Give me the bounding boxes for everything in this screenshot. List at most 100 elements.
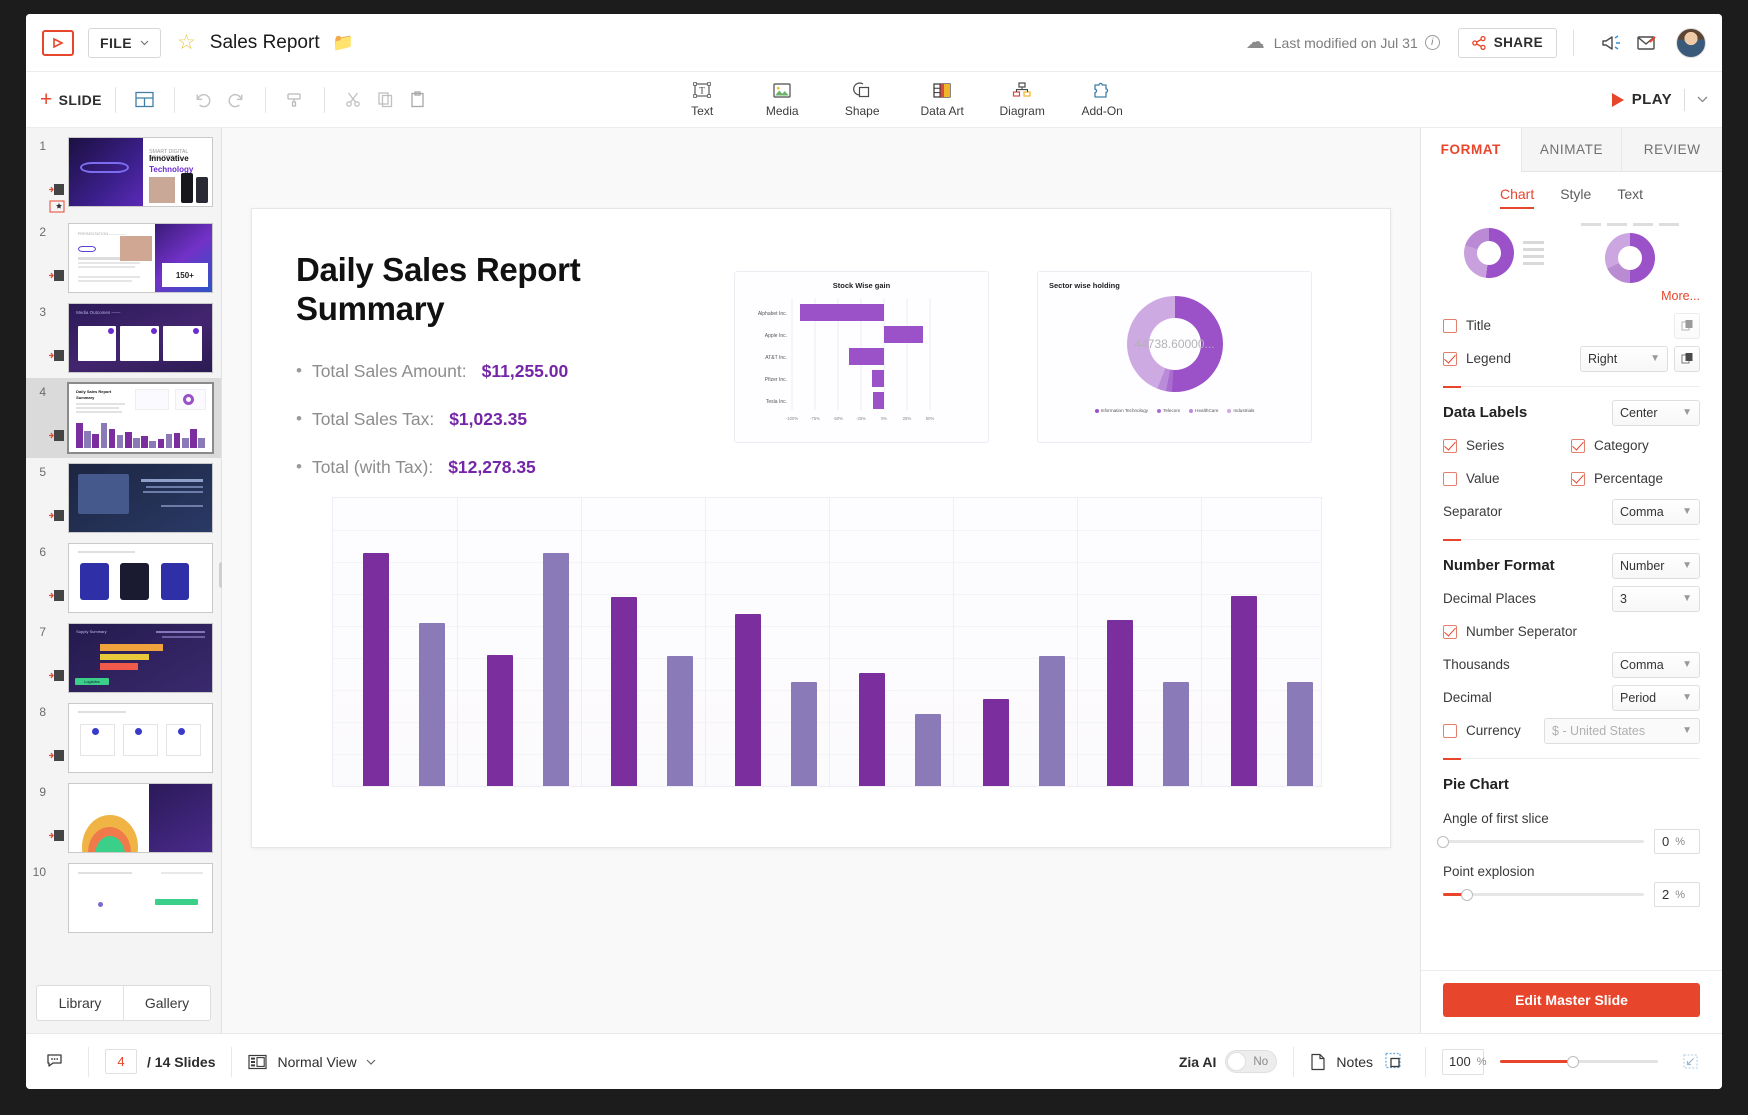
legend-item[interactable]: Telecom: [1157, 408, 1180, 413]
tab-format[interactable]: FORMAT: [1421, 128, 1521, 172]
more-layouts-link[interactable]: More...: [1421, 283, 1722, 303]
tab-chart[interactable]: Chart: [1499, 186, 1535, 209]
file-menu-button[interactable]: FILE: [88, 27, 161, 58]
list-item[interactable]: • Total Sales Amount: $11,255.00: [296, 361, 626, 382]
list-item[interactable]: 4 Daily Sales Report Summary: [26, 378, 221, 458]
paste-icon[interactable]: [402, 85, 434, 115]
legend-position-select[interactable]: Right ▼: [1580, 345, 1668, 372]
tab-gallery[interactable]: Gallery: [123, 986, 210, 1020]
chevron-down-icon[interactable]: [1697, 96, 1708, 103]
list-item[interactable]: 1 SMART DIGITAL SOLUTIONS Innovative Tec…: [26, 132, 221, 218]
tab-review[interactable]: REVIEW: [1621, 128, 1722, 172]
currency-select[interactable]: $ - United States ▼: [1544, 717, 1700, 744]
info-icon[interactable]: i: [1424, 35, 1440, 50]
sector-wise-holding-chart[interactable]: Sector wise holding 44738.60000... Infor…: [1037, 271, 1312, 443]
slide-canvas[interactable]: Daily Sales Report Summary • Total Sales…: [251, 208, 1391, 848]
percentage-checkbox[interactable]: Percentage: [1571, 471, 1663, 486]
explosion-slider-knob[interactable]: [1461, 888, 1474, 901]
tab-style[interactable]: Style: [1560, 186, 1591, 209]
document-title[interactable]: Sales Report: [210, 32, 320, 54]
list-item[interactable]: 5: [26, 458, 221, 538]
stock-wise-gain-chart[interactable]: Stock Wise gain Alphabet Inc. Apple Inc.…: [734, 271, 989, 443]
zia-ai-toggle[interactable]: No: [1225, 1050, 1278, 1073]
category-checkbox[interactable]: Category: [1571, 438, 1649, 453]
slide-list[interactable]: 1 SMART DIGITAL SOLUTIONS Innovative Tec…: [26, 128, 221, 977]
tab-library[interactable]: Library: [37, 986, 123, 1020]
slide-thumbnail[interactable]: [68, 703, 213, 773]
title-checkbox[interactable]: Title: [1443, 318, 1491, 333]
legend-checkbox[interactable]: Legend: [1443, 351, 1511, 366]
chart-layout-legend-right[interactable]: [1463, 228, 1544, 278]
slide-thumbnail[interactable]: [68, 863, 213, 933]
insert-shape-button[interactable]: Shape: [835, 81, 889, 118]
series-checkbox[interactable]: Series: [1443, 438, 1571, 453]
slide-thumbnail[interactable]: Supply Summary Logistics: [68, 623, 213, 693]
legend-item[interactable]: Information Technology: [1094, 408, 1148, 413]
add-slide-button[interactable]: + SLIDE: [40, 89, 102, 110]
list-item[interactable]: 3 Media Outcomes ——: [26, 298, 221, 378]
list-item[interactable]: 7 Supply Summary Logistics: [26, 618, 221, 698]
explosion-value-input[interactable]: 2 %: [1654, 882, 1700, 907]
notes-button[interactable]: Notes: [1310, 1053, 1373, 1071]
zoom-slider[interactable]: [1500, 1055, 1658, 1068]
list-item[interactable]: 9: [26, 778, 221, 858]
scissors-icon[interactable]: [338, 85, 370, 115]
star-icon[interactable]: ☆: [177, 32, 196, 53]
tab-animate[interactable]: ANIMATE: [1520, 128, 1622, 172]
list-item[interactable]: • Total Sales Tax: $1,023.35: [296, 409, 626, 430]
folder-icon[interactable]: 📁: [333, 34, 354, 51]
angle-value-input[interactable]: 0 %: [1654, 829, 1700, 854]
comment-icon[interactable]: [42, 1047, 72, 1077]
thousands-select[interactable]: Comma ▼: [1612, 651, 1700, 678]
value-checkbox[interactable]: Value: [1443, 471, 1571, 486]
view-mode-selector[interactable]: Normal View: [248, 1054, 376, 1070]
number-separator-checkbox[interactable]: Number Seperator: [1443, 624, 1577, 639]
separator-select[interactable]: Comma ▼: [1612, 498, 1700, 525]
list-item[interactable]: 8: [26, 698, 221, 778]
avatar[interactable]: [1676, 27, 1706, 58]
current-slide-input[interactable]: 4: [105, 1049, 137, 1074]
data-labels-position-select[interactable]: Center ▼: [1612, 399, 1700, 426]
mail-compose-icon[interactable]: [1632, 28, 1662, 58]
slide-thumbnail[interactable]: SMART DIGITAL SOLUTIONS Innovative Techn…: [68, 137, 213, 207]
layout-icon[interactable]: [129, 85, 161, 115]
currency-checkbox[interactable]: Currency: [1443, 723, 1521, 738]
fit-to-screen-icon[interactable]: [1379, 1047, 1409, 1077]
slide-thumbnail[interactable]: Media Outcomes ——: [68, 303, 213, 373]
insert-media-button[interactable]: Media: [755, 81, 809, 118]
expand-icon[interactable]: [1676, 1047, 1706, 1077]
insert-data-art-button[interactable]: Data Art: [915, 81, 969, 118]
zoom-input[interactable]: 100 %: [1442, 1048, 1486, 1075]
format-painter-icon[interactable]: [279, 85, 311, 115]
angle-slider-track[interactable]: [1437, 835, 1644, 848]
list-item[interactable]: 2 PRESENTATION ———— 150+: [26, 218, 221, 298]
tab-text[interactable]: Text: [1617, 186, 1643, 209]
legend-item[interactable]: Industrials: [1227, 408, 1254, 413]
main-column-chart[interactable]: [332, 497, 1322, 787]
insert-diagram-button[interactable]: Diagram: [995, 81, 1049, 118]
share-button[interactable]: SHARE: [1457, 27, 1557, 58]
decimal-select[interactable]: Period ▼: [1612, 684, 1700, 711]
zoom-slider-knob[interactable]: [1566, 1055, 1579, 1068]
slide-thumbnail-active[interactable]: Daily Sales Report Summary: [68, 383, 213, 453]
list-item[interactable]: • Total (with Tax): $12,278.35: [296, 457, 626, 478]
angle-slider-knob[interactable]: [1437, 835, 1449, 848]
zoho-show-logo-icon[interactable]: [42, 29, 74, 56]
title-copy-style-button[interactable]: [1674, 312, 1700, 339]
chart-layout-legend-top[interactable]: [1581, 223, 1680, 283]
legend-copy-style-button[interactable]: [1674, 345, 1700, 372]
play-button[interactable]: PLAY: [1611, 91, 1672, 108]
decimal-places-select[interactable]: 3 ▼: [1612, 585, 1700, 612]
insert-addon-button[interactable]: Add-On: [1075, 81, 1129, 118]
page-title[interactable]: Daily Sales Report Summary: [296, 251, 596, 329]
slide-thumbnail[interactable]: [68, 543, 213, 613]
list-item[interactable]: 6: [26, 538, 221, 618]
slide-thumbnail[interactable]: PRESENTATION ———— 150+: [68, 223, 213, 293]
slide-thumbnail[interactable]: [68, 463, 213, 533]
edit-master-slide-button[interactable]: Edit Master Slide: [1443, 983, 1700, 1017]
slide-thumbnail[interactable]: [68, 783, 213, 853]
number-format-select[interactable]: Number ▼: [1612, 552, 1700, 579]
list-item[interactable]: 10: [26, 858, 221, 938]
insert-text-button[interactable]: T Text: [675, 81, 729, 118]
explosion-slider-track[interactable]: [1443, 888, 1644, 901]
